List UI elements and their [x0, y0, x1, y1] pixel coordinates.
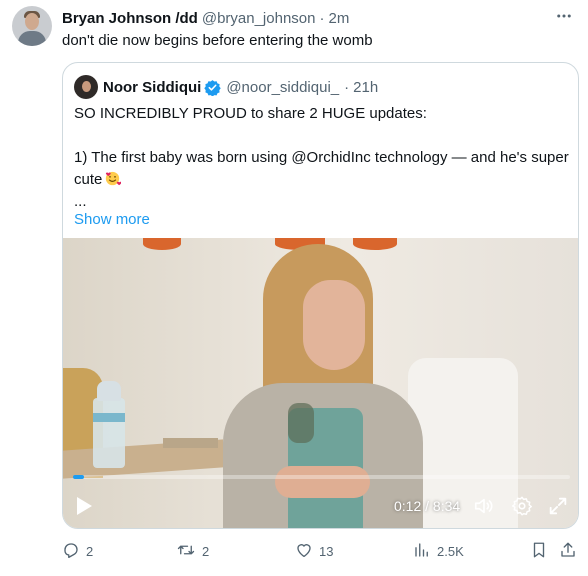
volume-icon[interactable] — [473, 495, 495, 522]
bookmark-icon — [530, 541, 554, 562]
tweet-actions: 2 2 13 2.5K — [62, 540, 582, 562]
quote-author-name[interactable]: Noor Siddiqui — [103, 79, 201, 96]
quote-author-handle[interactable]: @noor_siddiqui_ — [226, 79, 339, 96]
repost-count: 2 — [202, 543, 210, 559]
play-icon[interactable] — [75, 496, 93, 521]
quote-line-1: SO INCREDIBLY PROUD to share 2 HUGE upda… — [74, 105, 427, 122]
tweet-header: Bryan Johnson /dd @bryan_johnson · 2m — [62, 8, 349, 28]
share-button[interactable] — [559, 540, 583, 562]
quote-time[interactable]: 21h — [353, 79, 378, 96]
share-icon — [559, 541, 583, 562]
reply-button[interactable]: 2 — [62, 540, 93, 562]
reply-count: 2 — [86, 543, 94, 559]
views-count: 2.5K — [437, 543, 464, 559]
like-button[interactable]: 13 — [295, 540, 333, 562]
heart-icon — [295, 541, 319, 562]
fullscreen-icon[interactable] — [547, 495, 569, 522]
quote-body: SO INCREDIBLY PROUD to share 2 HUGE upda… — [74, 103, 569, 231]
author-name[interactable]: Bryan Johnson /dd — [62, 10, 198, 27]
more-options-icon[interactable] — [552, 6, 576, 26]
views-bar-chart-icon — [413, 541, 437, 562]
show-more-link[interactable]: Show more — [74, 209, 569, 231]
settings-gear-icon[interactable] — [511, 495, 533, 522]
reply-icon — [62, 541, 86, 562]
video-player[interactable]: 0:12 / 8:34 — [63, 238, 578, 528]
video-time: 0:12 / 8:34 — [394, 498, 461, 514]
video-progress-fill — [73, 475, 85, 479]
quoted-tweet[interactable]: Noor Siddiqui @noor_siddiqui_ · 21h SO I… — [62, 62, 579, 529]
like-count: 13 — [319, 543, 334, 559]
views-button[interactable]: 2.5K — [413, 540, 464, 562]
tweet-text: don't die now begins before entering the… — [62, 32, 373, 49]
separator-dot: · — [319, 9, 325, 27]
verified-badge-icon — [204, 79, 222, 96]
tweet-time[interactable]: 2m — [328, 10, 349, 27]
quote-header: Noor Siddiqui @noor_siddiqui_ · 21h — [103, 77, 378, 97]
repost-icon — [176, 541, 202, 562]
video-controls: 0:12 / 8:34 — [63, 488, 578, 524]
bookmark-button[interactable] — [530, 540, 554, 562]
author-avatar[interactable] — [12, 6, 52, 46]
author-handle[interactable]: @bryan_johnson — [202, 10, 316, 27]
quote-separator-dot: · — [344, 78, 350, 96]
video-progress-bar[interactable] — [73, 475, 570, 479]
smiling-face-with-hearts-icon — [104, 171, 123, 186]
repost-button[interactable]: 2 — [176, 540, 209, 562]
quote-line-2: 1) The first baby was born using @Orchid… — [74, 149, 569, 188]
quote-author-avatar[interactable] — [74, 75, 98, 99]
